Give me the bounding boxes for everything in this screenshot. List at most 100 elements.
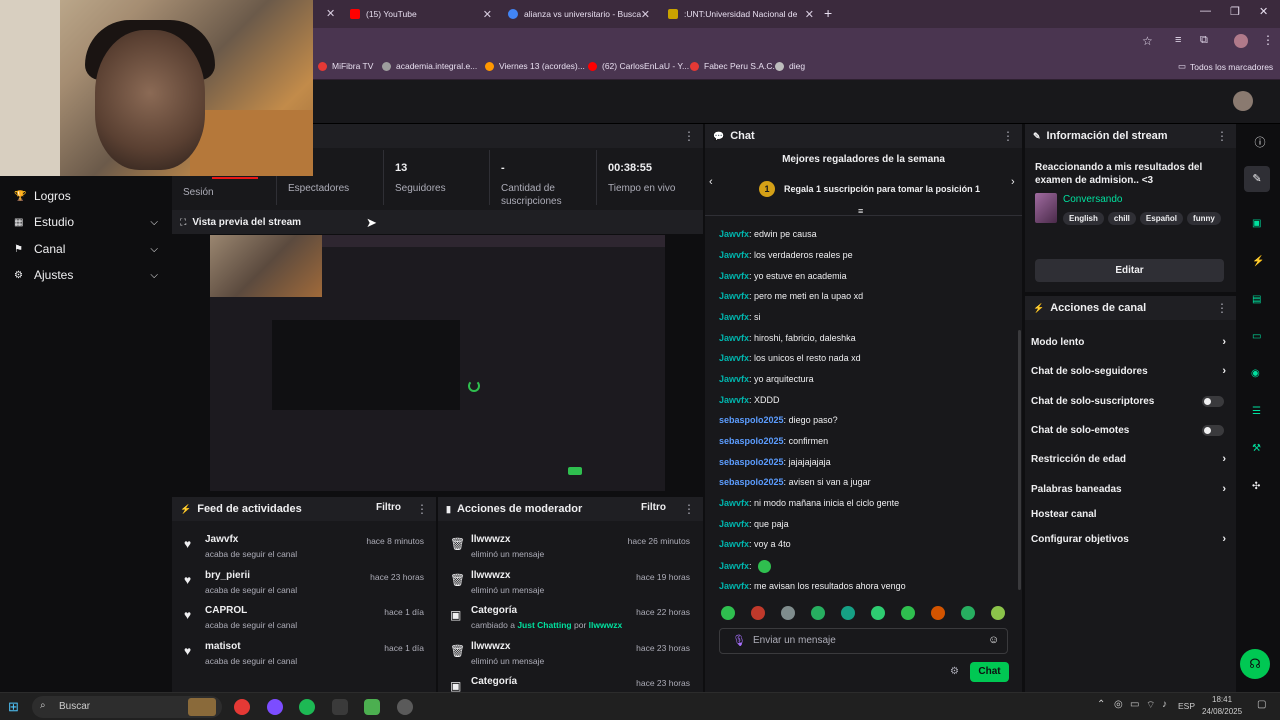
tag[interactable]: Español — [1139, 212, 1184, 225]
close-tab-icon[interactable]: ✕ — [326, 7, 335, 20]
minecraft-taskbar-icon[interactable] — [364, 699, 380, 715]
chevron-left-icon[interactable]: ‹ — [709, 176, 713, 188]
filter-button[interactable]: Filtro — [376, 502, 401, 513]
follower-name[interactable]: Jawvfx — [205, 534, 238, 545]
emote-icon[interactable] — [781, 606, 795, 620]
action-host-channel[interactable]: Hostear canal — [1031, 505, 1226, 523]
chat-send-button[interactable]: Chat — [970, 662, 1009, 682]
emotes-only-toggle[interactable] — [1202, 424, 1224, 436]
moderator-link[interactable]: llwwwzx — [589, 620, 623, 630]
category-box-art[interactable] — [1035, 193, 1057, 223]
close-tab-icon[interactable]: ✕ — [805, 8, 814, 21]
close-tab-icon[interactable]: ✕ — [641, 8, 650, 21]
kebab-menu-icon[interactable]: ⋮ — [1216, 301, 1228, 315]
tag[interactable]: English — [1063, 212, 1104, 225]
media-icon[interactable]: ≡ — [1175, 34, 1181, 46]
wrench-icon[interactable]: ⚒ — [1252, 443, 1261, 454]
list-icon[interactable]: ☰ — [1252, 406, 1261, 417]
chat-username[interactable]: sebaspolo2025 — [719, 436, 784, 446]
spotify-taskbar-icon[interactable] — [299, 699, 315, 715]
tag[interactable]: chill — [1107, 212, 1136, 225]
chat-icon[interactable]: ▭ — [1252, 331, 1261, 342]
tab-unt[interactable]: :UNT:Universidad Nacional de ✕ — [668, 4, 814, 24]
wifi-icon[interactable]: ⌔ — [1146, 699, 1155, 712]
moderator-name[interactable]: llwwwzx — [471, 570, 510, 581]
volume-icon[interactable]: ♪ — [1162, 699, 1167, 710]
chat-username[interactable]: Jawvfx — [719, 581, 749, 591]
chevron-up-icon[interactable]: ⌃ — [1097, 699, 1105, 710]
new-tab-button[interactable]: + — [824, 5, 832, 21]
collapse-icon[interactable]: ≡ — [858, 206, 863, 216]
close-window-icon[interactable]: ✕ — [1259, 5, 1268, 18]
lightning-icon[interactable]: ⚡ — [1252, 256, 1264, 267]
category-link[interactable]: Conversando — [1063, 194, 1122, 205]
clock-time[interactable]: 18:41 — [1212, 695, 1232, 704]
broadcast-icon[interactable]: ◉ — [1251, 368, 1260, 379]
emote-icon[interactable] — [871, 606, 885, 620]
profile-avatar[interactable] — [1234, 34, 1248, 48]
chat-username[interactable]: sebaspolo2025 — [719, 457, 784, 467]
bookmark-item[interactable]: MiFibra TV — [318, 61, 373, 71]
edit-button[interactable]: Editar — [1035, 259, 1224, 282]
app-taskbar-icon[interactable] — [267, 699, 283, 715]
follower-name[interactable]: matisot — [205, 641, 241, 652]
emote-icon[interactable] — [901, 606, 915, 620]
emote-icon[interactable] — [721, 606, 735, 620]
star-icon[interactable]: ☆ — [1142, 34, 1153, 48]
chat-input[interactable]: Enviar un mensaje — [753, 635, 836, 646]
emote-icon[interactable] — [751, 606, 765, 620]
kebab-menu-icon[interactable]: ⋮ — [683, 129, 695, 143]
action-banned-words[interactable]: Palabras baneadas › — [1031, 480, 1226, 498]
sidebar-item-logros[interactable]: 🏆 Logros — [14, 186, 164, 206]
chat-username[interactable]: Jawvfx — [719, 561, 749, 571]
action-age-restriction[interactable]: Restricción de edad › — [1031, 450, 1226, 468]
clock-date[interactable]: 24/08/2025 — [1202, 707, 1242, 716]
bookmark-item[interactable]: Viernes 13 (acordes)... — [485, 61, 585, 71]
clipboard-icon[interactable]: ▤ — [1252, 294, 1261, 305]
emote-icon[interactable] — [931, 606, 945, 620]
subscribers-only-toggle[interactable] — [1202, 395, 1224, 407]
chat-username[interactable]: sebaspolo2025 — [719, 415, 784, 425]
support-headset-icon[interactable]: ☊ — [1240, 649, 1270, 679]
chat-username[interactable]: Jawvfx — [719, 353, 749, 363]
bookmark-item[interactable]: (62) CarlosEnLaU - Y... — [588, 61, 689, 71]
stream-video[interactable] — [210, 235, 665, 491]
chat-username[interactable]: Jawvfx — [719, 519, 749, 529]
chat-username[interactable]: Jawvfx — [719, 333, 749, 343]
chat-username[interactable]: Jawvfx — [719, 312, 749, 322]
chat-username[interactable]: Jawvfx — [719, 229, 749, 239]
notification-icon[interactable]: ▢ — [1257, 699, 1266, 710]
chat-username[interactable]: Jawvfx — [719, 291, 749, 301]
filter-button[interactable]: Filtro — [641, 502, 666, 513]
user-avatar[interactable] — [1233, 91, 1253, 111]
pencil-icon[interactable]: ✎ — [1244, 166, 1270, 192]
kebab-menu-icon[interactable]: ⋮ — [1216, 129, 1228, 143]
chat-username[interactable]: Jawvfx — [719, 395, 749, 405]
apps-icon[interactable]: ✣ — [1252, 481, 1260, 492]
restore-icon[interactable]: ❐ — [1230, 5, 1240, 18]
bookmark-item[interactable]: Fabec Peru S.A.C. — [690, 61, 775, 71]
taskbar-search[interactable]: ⌕ Buscar — [32, 696, 222, 718]
all-bookmarks[interactable]: ▭ Todos los marcadores — [1178, 61, 1273, 72]
chat-username[interactable]: sebaspolo2025 — [719, 477, 784, 487]
action-followers-only[interactable]: Chat de solo-seguidores › — [1031, 362, 1226, 380]
tag[interactable]: funny — [1187, 212, 1221, 225]
chevron-right-icon[interactable]: › — [1011, 176, 1015, 188]
chat-username[interactable]: Jawvfx — [719, 271, 749, 281]
moderator-name[interactable]: llwwwzx — [471, 641, 510, 652]
chat-settings-gear-icon[interactable]: ⚙ — [950, 666, 959, 677]
minimize-icon[interactable]: — — [1200, 5, 1211, 17]
follower-name[interactable]: bry_pierii — [205, 570, 250, 581]
kebab-menu-icon[interactable]: ⋮ — [1002, 129, 1014, 143]
emote-picker-icon[interactable]: ☺ — [988, 634, 999, 646]
chrome-taskbar-icon[interactable] — [234, 699, 250, 715]
emote-icon[interactable] — [991, 606, 1005, 620]
close-tab-icon[interactable]: ✕ — [483, 8, 492, 21]
battery-icon[interactable]: ▭ — [1130, 699, 1139, 710]
chat-username[interactable]: Jawvfx — [719, 250, 749, 260]
obs-taskbar-icon[interactable] — [397, 699, 413, 715]
action-slow-mode[interactable]: Modo lento › — [1031, 333, 1226, 351]
language-indicator[interactable]: ESP — [1178, 701, 1195, 711]
action-set-goals[interactable]: Configurar objetivos › — [1031, 530, 1226, 548]
chat-username[interactable]: Jawvfx — [719, 498, 749, 508]
